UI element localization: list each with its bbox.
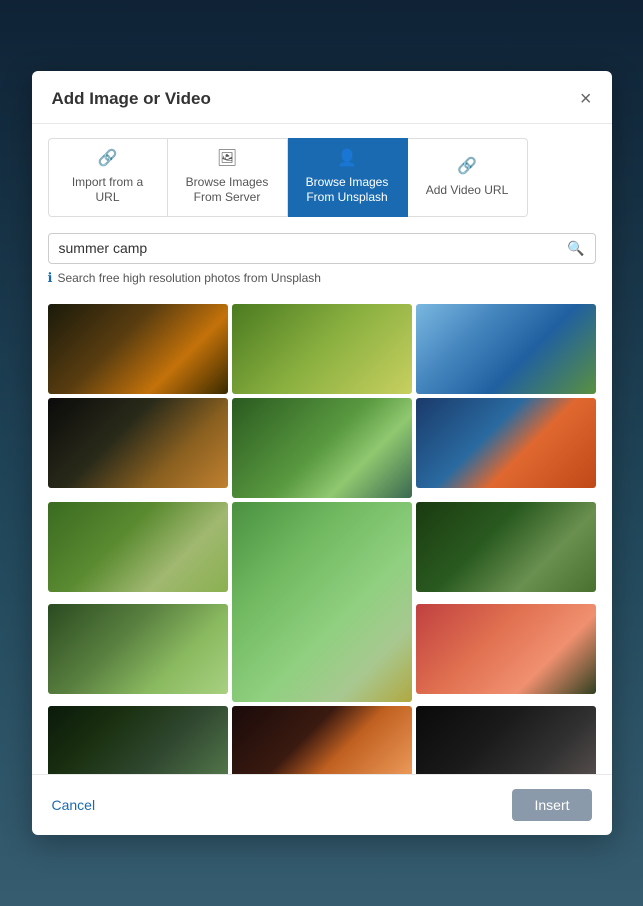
image-item[interactable] bbox=[416, 604, 596, 694]
image-item[interactable] bbox=[48, 502, 228, 592]
modal-footer: Cancel Insert bbox=[32, 774, 612, 835]
link-icon: 🔗 bbox=[98, 149, 118, 170]
video-link-icon: 🔗 bbox=[457, 157, 477, 178]
search-input[interactable] bbox=[59, 240, 568, 256]
modal-overlay: Add Image or Video × 🔗 Import from aURL … bbox=[0, 0, 643, 906]
image-item[interactable] bbox=[232, 502, 412, 702]
tab-browse-unsplash[interactable]: 👤 Browse ImagesFrom Unsplash bbox=[288, 138, 408, 217]
insert-button[interactable]: Insert bbox=[512, 789, 591, 821]
tab-bar: 🔗 Import from aURL 🖼 Browse ImagesFrom S… bbox=[32, 124, 612, 217]
unsplash-icon: 👤 bbox=[337, 149, 357, 170]
cancel-button[interactable]: Cancel bbox=[52, 797, 96, 813]
tab-import-url-label: Import from aURL bbox=[72, 175, 143, 206]
search-hint-text: Search free high resolution photos from … bbox=[57, 271, 320, 285]
image-item[interactable] bbox=[48, 398, 228, 488]
modal-dialog: Add Image or Video × 🔗 Import from aURL … bbox=[32, 71, 612, 835]
image-item[interactable] bbox=[416, 706, 596, 774]
tab-browse-server[interactable]: 🖼 Browse ImagesFrom Server bbox=[168, 138, 288, 217]
modal-header: Add Image or Video × bbox=[32, 71, 612, 124]
image-item[interactable] bbox=[232, 706, 412, 774]
image-item[interactable] bbox=[416, 398, 596, 488]
modal-title: Add Image or Video bbox=[52, 89, 211, 109]
image-item[interactable] bbox=[48, 706, 228, 774]
search-icon: 🔍 bbox=[567, 240, 584, 257]
tab-browse-server-label: Browse ImagesFrom Server bbox=[186, 175, 269, 206]
info-icon: ℹ bbox=[48, 270, 53, 286]
search-box: 🔍 bbox=[48, 233, 596, 264]
close-button[interactable]: × bbox=[580, 89, 592, 109]
tab-add-video[interactable]: 🔗 Add Video URL bbox=[408, 138, 528, 217]
image-item[interactable] bbox=[48, 304, 228, 394]
search-area: 🔍 ℹ Search free high resolution photos f… bbox=[32, 217, 612, 294]
tab-import-url[interactable]: 🔗 Import from aURL bbox=[48, 138, 168, 217]
tab-add-video-label: Add Video URL bbox=[426, 183, 509, 199]
image-item[interactable] bbox=[416, 304, 596, 394]
image-item[interactable] bbox=[416, 502, 596, 592]
tab-browse-unsplash-label: Browse ImagesFrom Unsplash bbox=[306, 175, 389, 206]
server-icon: 🖼 bbox=[217, 149, 237, 170]
image-item[interactable] bbox=[48, 604, 228, 694]
image-item[interactable] bbox=[232, 304, 412, 394]
search-hint: ℹ Search free high resolution photos fro… bbox=[48, 270, 596, 286]
image-item[interactable] bbox=[232, 398, 412, 498]
image-grid bbox=[32, 294, 612, 774]
